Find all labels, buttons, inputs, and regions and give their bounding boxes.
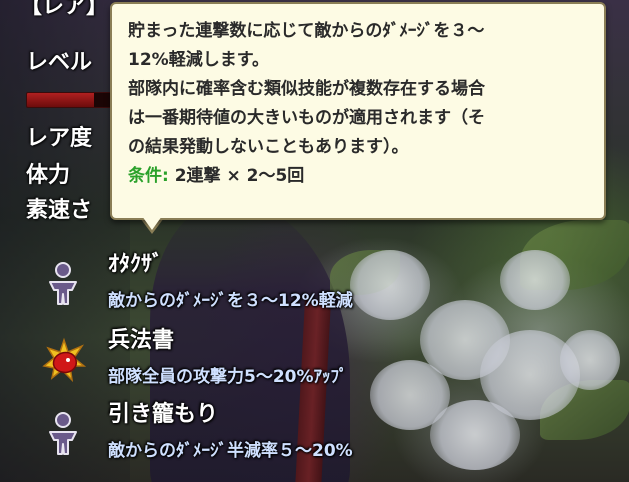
red-burst-icon bbox=[42, 337, 86, 382]
level-label: レベル bbox=[26, 50, 93, 75]
skill-name: ｵﾀｸｻﾞ bbox=[108, 252, 164, 277]
tooltip-text-line: 部隊内に確率含む類似技能が複数存在する場合 bbox=[128, 79, 485, 99]
rarity-label: レア度 bbox=[26, 126, 93, 151]
skill-name: 兵法書 bbox=[108, 328, 175, 353]
skill-item-hikikomori[interactable]: 引き籠もり 敵からのﾀﾞﾒｰｼﾞ半減率５〜20% bbox=[40, 396, 460, 466]
tooltip-text-line: は一番期待値の大きいものが適用されます（そ bbox=[128, 108, 485, 128]
rarity-header-label: 【レア】 bbox=[20, 0, 109, 19]
flower-art bbox=[560, 330, 620, 390]
person-figure-icon bbox=[49, 412, 77, 455]
skill-tooltip: 貯まった連撃数に応じて敵からのﾀﾞﾒｰｼﾞを３〜 12%軽減します。 部隊内に確… bbox=[110, 2, 606, 220]
level-progress-fill bbox=[27, 93, 95, 107]
skill-item-heihousho[interactable]: 兵法書 部隊全員の攻撃力5〜20%ｱｯﾌﾟ bbox=[40, 322, 460, 392]
hp-label: 体力 bbox=[26, 163, 71, 188]
flower-art bbox=[500, 250, 570, 310]
game-screen: 【レア】 レベル レア度 体力 素速さ 貯まった連撃数に応じて敵からのﾀﾞﾒｰｼ… bbox=[0, 0, 629, 482]
skill-name: 引き籠もり bbox=[108, 402, 219, 427]
speed-label: 素速さ bbox=[26, 198, 93, 223]
person-figure-icon bbox=[49, 262, 77, 305]
condition-value: 2連撃 × 2〜5回 bbox=[168, 166, 305, 186]
tooltip-pointer-fill bbox=[142, 216, 162, 230]
tooltip-condition: 条件: 2連撃 × 2〜5回 bbox=[128, 162, 588, 191]
skill-description: 敵からのﾀﾞﾒｰｼﾞを３〜12%軽減 bbox=[108, 291, 353, 311]
condition-label: 条件: bbox=[128, 166, 169, 186]
tooltip-text-line: の結果発動しないこともあります）。 bbox=[128, 137, 409, 157]
skill-description: 敵からのﾀﾞﾒｰｼﾞ半減率５〜20% bbox=[108, 441, 353, 461]
skill-item-otakusa[interactable]: ｵﾀｸｻﾞ 敵からのﾀﾞﾒｰｼﾞを３〜12%軽減 bbox=[40, 246, 460, 316]
tooltip-text-line: 12%軽減します。 bbox=[128, 50, 269, 70]
tooltip-text-line: 貯まった連撃数に応じて敵からのﾀﾞﾒｰｼﾞを３〜 bbox=[128, 21, 485, 41]
skill-description: 部隊全員の攻撃力5〜20%ｱｯﾌﾟ bbox=[108, 367, 348, 387]
